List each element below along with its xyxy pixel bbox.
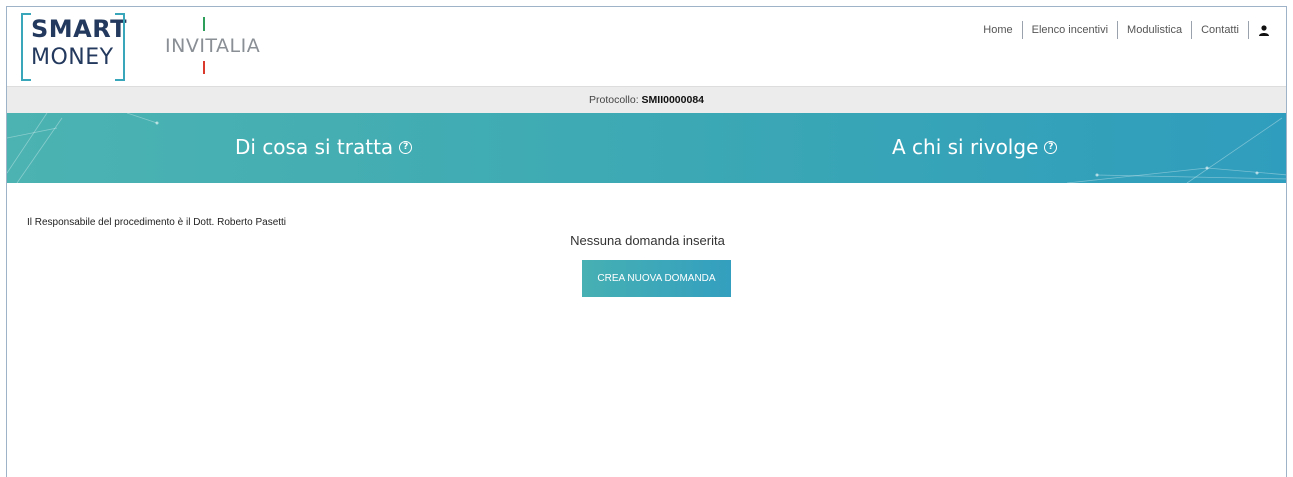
logo-money-text: MONEY [31,45,114,70]
info-band: Di cosa si tratta ? A chi si rivolge ? [7,113,1286,183]
help-circle-icon: ? [1044,140,1058,154]
main-content: Il Responsabile del procedimento è il Do… [7,183,1286,473]
protocol-value: SMII0000084 [641,94,704,106]
logo-bracket-right [115,13,125,81]
nav-home[interactable]: Home [974,21,1021,39]
app-window: SMART MONEY INVITALIA Home Elenco incent… [6,6,1287,477]
nav-elenco-incentivi[interactable]: Elenco incentivi [1021,21,1117,39]
protocol-bar: Protocollo: SMII0000084 [7,86,1286,113]
top-nav: Home Elenco incentivi Modulistica Contat… [974,21,1270,39]
smart-money-logo[interactable]: SMART MONEY [21,13,128,81]
header: SMART MONEY INVITALIA Home Elenco incent… [7,7,1286,86]
logo-smart-text: SMART [31,15,128,43]
create-new-application-button[interactable]: CREA NUOVA DOMANDA [582,260,731,297]
invitalia-text: INVITALIA [165,35,261,57]
help-circle-icon: ? [399,140,413,154]
nav-modulistica[interactable]: Modulistica [1117,21,1191,39]
invitalia-logo[interactable]: INVITALIA [165,17,265,77]
tab-a-chi-si-rivolge-label: A chi si rivolge [892,135,1039,159]
responsabile-text: Il Responsabile del procedimento è il Do… [27,217,287,228]
network-decoration [7,113,1286,183]
tab-a-chi-si-rivolge[interactable]: A chi si rivolge ? [892,135,1058,159]
logo-bracket-left [21,13,31,81]
invitalia-green-mark [203,17,205,31]
nav-contatti[interactable]: Contatti [1191,21,1248,39]
tab-di-cosa-si-tratta-label: Di cosa si tratta [235,135,394,159]
user-icon[interactable] [1248,21,1270,39]
empty-message: Nessuna domanda inserita [570,233,725,248]
protocol-label: Protocollo: [589,94,639,106]
invitalia-red-mark [203,61,205,74]
tab-di-cosa-si-tratta[interactable]: Di cosa si tratta ? [235,135,413,159]
